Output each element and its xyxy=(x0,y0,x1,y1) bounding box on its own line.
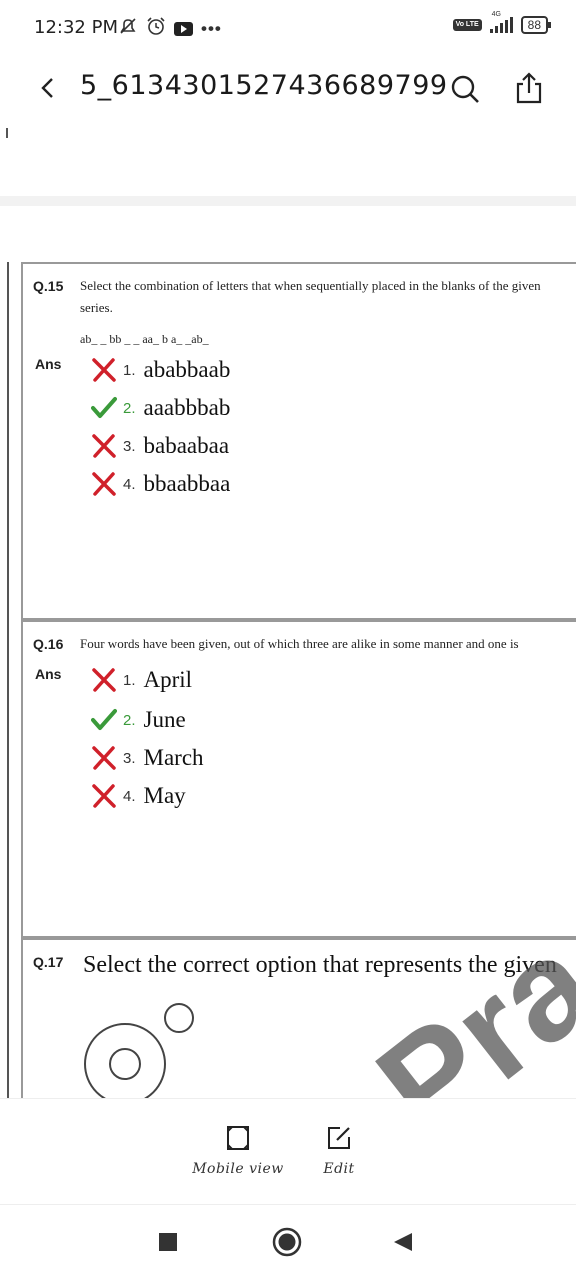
edit-button[interactable]: Edit xyxy=(306,1125,372,1177)
cross-icon xyxy=(92,358,116,382)
option-text: babaabaa xyxy=(143,433,230,458)
muted-notification-icon xyxy=(118,17,138,40)
option-text: June xyxy=(143,707,186,732)
mobile-view-icon xyxy=(227,1126,249,1150)
option-number: 4. xyxy=(123,787,136,805)
status-icons-right: Vo LTE 4G 88 xyxy=(452,11,552,34)
option-text: bbaabbaa xyxy=(143,471,231,496)
alarm-icon xyxy=(146,16,166,41)
answer-label: Ans xyxy=(35,356,62,372)
option-number: 1. xyxy=(123,671,136,689)
option-number: 4. xyxy=(123,475,136,493)
mobile-view-button[interactable]: Mobile view xyxy=(190,1125,286,1177)
option-text: ababbaab xyxy=(143,357,231,382)
check-icon xyxy=(91,397,117,418)
option-text: March xyxy=(143,745,204,770)
search-icon[interactable] xyxy=(450,74,480,104)
letter-series: ab_ _ bb _ _ aa_ b a_ _ab_ xyxy=(80,332,209,346)
edit-icon xyxy=(328,1127,350,1149)
option-number: 2. xyxy=(123,711,136,729)
network-type: 4G xyxy=(491,11,501,18)
answer-label: Ans xyxy=(35,666,62,682)
option-number: 3. xyxy=(123,749,136,767)
share-icon[interactable] xyxy=(514,72,544,104)
question-number: Q.16 xyxy=(33,636,64,652)
question-figure xyxy=(84,1003,194,1098)
option-row: 1. ababbaab xyxy=(91,354,230,386)
home-icon[interactable] xyxy=(272,1227,302,1257)
document-title: 5_6134301527436689799 xyxy=(80,70,448,101)
option-text: April xyxy=(143,667,193,692)
cross-icon xyxy=(92,472,116,496)
system-nav-bar xyxy=(0,1204,576,1280)
cross-icon xyxy=(92,434,116,458)
battery-level: 88 xyxy=(527,18,541,32)
cross-icon xyxy=(92,668,116,692)
option-row: 2. June xyxy=(91,704,186,736)
document-page[interactable]: Q.15 Select the combination of letters t… xyxy=(0,262,576,1098)
question-text-continued: series. xyxy=(80,300,113,315)
option-text: aaabbbab xyxy=(143,395,231,420)
more-dots-icon: ••• xyxy=(201,18,222,38)
bottom-toolbar: Mobile view Edit xyxy=(0,1098,576,1204)
option-row: 1. April xyxy=(91,664,192,696)
watermark-text: Pra xyxy=(349,903,576,1098)
watermark: Pra xyxy=(349,903,576,1098)
option-text: May xyxy=(143,783,186,808)
back-nav-icon[interactable] xyxy=(392,1231,414,1253)
option-row: 3. March xyxy=(91,742,204,774)
check-icon xyxy=(91,709,117,730)
mobile-view-label: Mobile view xyxy=(192,1161,284,1177)
question-card-15: Q.15 Select the combination of letters t… xyxy=(21,262,576,620)
youtube-icon xyxy=(174,21,193,36)
page-left-rule xyxy=(7,262,9,1098)
status-bar: 12:32 PM ••• Vo LTE 4G 88 xyxy=(0,0,576,58)
page-edge-mark xyxy=(6,128,8,138)
signal-icon: 4G xyxy=(489,11,513,33)
option-number: 2. xyxy=(123,399,136,417)
status-icons-left: ••• xyxy=(118,16,222,41)
app-bar: 5_6134301527436689799 xyxy=(0,58,576,118)
question-number: Q.15 xyxy=(33,278,64,294)
question-number: Q.17 xyxy=(33,954,64,970)
option-row: 4. bbaabbaa xyxy=(91,468,230,500)
battery-icon: 88 xyxy=(520,16,552,34)
option-row: 4. May xyxy=(91,780,186,812)
cross-icon xyxy=(92,746,116,770)
option-row: 3. babaabaa xyxy=(91,430,229,462)
cross-icon xyxy=(92,784,116,808)
status-time: 12:32 PM xyxy=(34,17,118,38)
edit-label: Edit xyxy=(323,1161,355,1177)
option-number: 1. xyxy=(123,361,136,379)
recent-apps-icon[interactable] xyxy=(158,1232,178,1252)
volte-badge: Vo LTE xyxy=(452,19,482,31)
option-row: 2. aaabbbab xyxy=(91,392,230,424)
question-text: Four words have been given, out of which… xyxy=(80,636,519,651)
back-icon[interactable] xyxy=(36,76,60,100)
question-text: Select the combination of letters that w… xyxy=(80,278,541,293)
option-number: 3. xyxy=(123,437,136,455)
page-separator xyxy=(0,196,576,206)
